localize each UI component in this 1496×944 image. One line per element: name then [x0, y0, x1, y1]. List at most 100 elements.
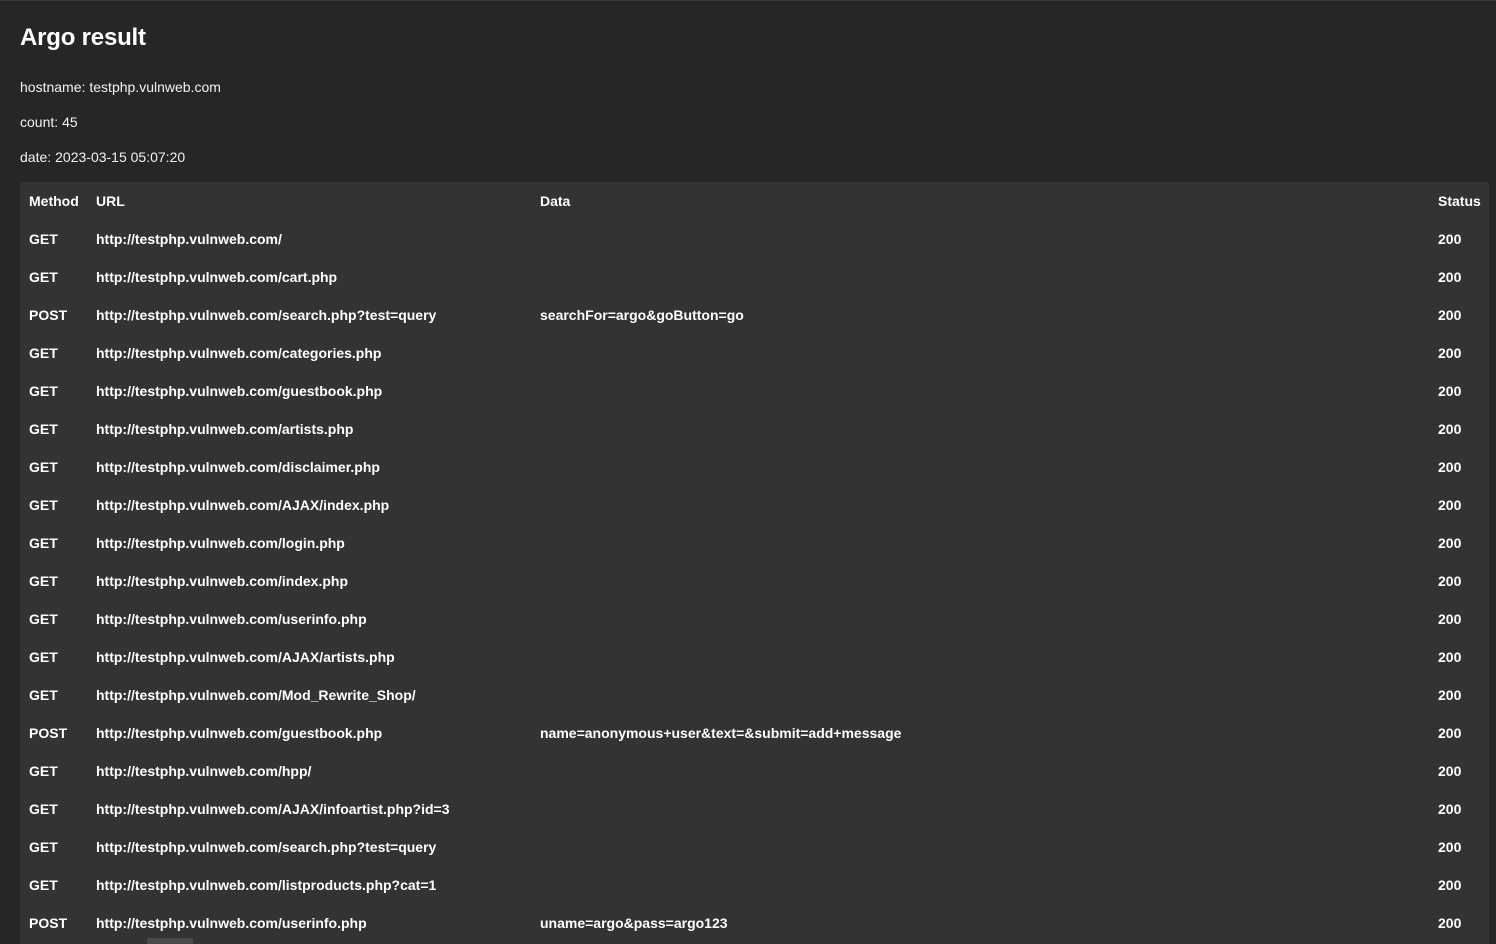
cell-url: http://testphp.vulnweb.com/userinfo.php — [96, 611, 367, 627]
cell-data — [540, 372, 1438, 410]
cell-status: 200 — [1438, 687, 1462, 703]
cell-method: GET — [29, 535, 58, 551]
cell-url: http://testphp.vulnweb.com/ — [96, 231, 282, 247]
cell-method: GET — [29, 231, 58, 247]
page-title: Argo result — [20, 24, 146, 51]
table-row: POST http://testphp.vulnweb.com/guestbook… — [20, 714, 1489, 752]
table-row: GET http://testphp.vulnweb.com/userinfo.p… — [20, 600, 1489, 638]
cell-data — [540, 220, 1438, 258]
cell-status: 200 — [1438, 421, 1462, 437]
cell-url: http://testphp.vulnweb.com/listproducts.… — [96, 877, 437, 893]
cell-method: GET — [29, 573, 58, 589]
cell-method: GET — [29, 269, 58, 285]
count-value: 45 — [62, 114, 78, 130]
results-table: Method URL Data Status GET http://testphp… — [20, 182, 1489, 942]
cell-url: http://testphp.vulnweb.com/artists.php — [96, 421, 354, 437]
cell-data — [540, 410, 1438, 448]
cell-data — [540, 334, 1438, 372]
top-border — [0, 0, 1496, 1]
cell-status: 200 — [1438, 345, 1462, 361]
table-row: GET http://testphp.vulnweb.com/login.php 2… — [20, 524, 1489, 562]
cell-status: 200 — [1438, 839, 1462, 855]
column-header-method: Method — [29, 193, 79, 209]
cell-url: http://testphp.vulnweb.com/search.php?te… — [96, 307, 437, 323]
cell-method: GET — [29, 649, 58, 665]
table-row: GET http://testphp.vulnweb.com/artists.ph… — [20, 410, 1489, 448]
cell-method: POST — [29, 307, 68, 323]
table-body: GET http://testphp.vulnweb.com/200 GET http… — [20, 220, 1489, 942]
column-header-status: Status — [1438, 193, 1481, 209]
cell-method: POST — [29, 725, 68, 741]
column-header-url: URL — [96, 193, 125, 209]
cell-url: http://testphp.vulnweb.com/guestbook.php — [96, 725, 383, 741]
table-row: POST http://testphp.vulnweb.com/userinfo.… — [20, 904, 1489, 942]
cell-data — [540, 562, 1438, 600]
meta-date: date: 2023-03-15 05:07:20 — [20, 149, 185, 165]
cell-status: 200 — [1438, 763, 1462, 779]
cell-data — [540, 638, 1438, 676]
cell-status: 200 — [1438, 497, 1462, 513]
cell-method: GET — [29, 459, 58, 475]
hostname-label: hostname: — [20, 79, 86, 95]
table-row: GET http://testphp.vulnweb.com/search.php… — [20, 828, 1489, 866]
cell-status: 200 — [1438, 307, 1462, 323]
cell-status: 200 — [1438, 725, 1462, 741]
cell-method: GET — [29, 877, 58, 893]
cell-status: 200 — [1438, 269, 1462, 285]
cell-data — [540, 524, 1438, 562]
meta-count: count: 45 — [20, 114, 78, 130]
cell-data — [540, 752, 1438, 790]
cell-method: GET — [29, 801, 58, 817]
table-row: GET http://testphp.vulnweb.com/listproduc… — [20, 866, 1489, 904]
cell-url: http://testphp.vulnweb.com/Mod_Rewrite_S… — [96, 687, 416, 703]
cell-data — [540, 258, 1438, 296]
date-value: 2023-03-15 05:07:20 — [55, 149, 186, 165]
table-row: GET http://testphp.vulnweb.com/AJAX/artis… — [20, 638, 1489, 676]
cell-status: 200 — [1438, 801, 1462, 817]
table-row: GET http://testphp.vulnweb.com/cart.php 20… — [20, 258, 1489, 296]
hostname-value: testphp.vulnweb.com — [89, 79, 221, 95]
table-row: GET http://testphp.vulnweb.com/guestbook.… — [20, 372, 1489, 410]
horizontal-scrollbar-thumb[interactable] — [147, 938, 193, 944]
table-row: GET http://testphp.vulnweb.com/categories… — [20, 334, 1489, 372]
cell-method: GET — [29, 383, 58, 399]
cell-url: http://testphp.vulnweb.com/guestbook.php — [96, 383, 383, 399]
date-label: date: — [20, 149, 52, 165]
cell-data: name=anonymous+user&text=&submit=add+mes… — [540, 725, 902, 741]
table-row: GET http://testphp.vulnweb.com/hpp/200 — [20, 752, 1489, 790]
cell-method: GET — [29, 763, 58, 779]
table-row: GET http://testphp.vulnweb.com/disclaimer… — [20, 448, 1489, 486]
cell-url: http://testphp.vulnweb.com/login.php — [96, 535, 345, 551]
cell-method: GET — [29, 839, 58, 855]
cell-method: GET — [29, 611, 58, 627]
cell-url: http://testphp.vulnweb.com/cart.php — [96, 269, 338, 285]
cell-status: 200 — [1438, 231, 1462, 247]
cell-url: http://testphp.vulnweb.com/hpp/ — [96, 763, 312, 779]
cell-status: 200 — [1438, 535, 1462, 551]
table-row: GET http://testphp.vulnweb.com/Mod_Rewrit… — [20, 676, 1489, 714]
cell-method: GET — [29, 687, 58, 703]
cell-data: uname=argo&pass=argo123 — [540, 915, 728, 931]
cell-status: 200 — [1438, 915, 1462, 931]
cell-url: http://testphp.vulnweb.com/categories.ph… — [96, 345, 382, 361]
cell-url: http://testphp.vulnweb.com/search.php?te… — [96, 839, 437, 855]
cell-url: http://testphp.vulnweb.com/index.php — [96, 573, 348, 589]
cell-method: GET — [29, 345, 58, 361]
cell-url: http://testphp.vulnweb.com/AJAX/artists.… — [96, 649, 395, 665]
cell-status: 200 — [1438, 877, 1462, 893]
cell-method: GET — [29, 421, 58, 437]
meta-hostname: hostname: testphp.vulnweb.com — [20, 79, 221, 95]
cell-url: http://testphp.vulnweb.com/AJAX/index.ph… — [96, 497, 390, 513]
table-row: POST http://testphp.vulnweb.com/search.ph… — [20, 296, 1489, 334]
cell-url: http://testphp.vulnweb.com/disclaimer.ph… — [96, 459, 380, 475]
table-row: GET http://testphp.vulnweb.com/index.php 2… — [20, 562, 1489, 600]
cell-url: http://testphp.vulnweb.com/AJAX/infoarti… — [96, 801, 450, 817]
results-table-container[interactable]: Method URL Data Status GET http://testphp… — [20, 182, 1489, 944]
table-row: GET http://testphp.vulnweb.com/AJAX/index… — [20, 486, 1489, 524]
cell-data — [540, 600, 1438, 638]
cell-data — [540, 866, 1438, 904]
table-header-row: Method URL Data Status — [20, 182, 1489, 220]
cell-data — [540, 486, 1438, 524]
cell-status: 200 — [1438, 383, 1462, 399]
cell-status: 200 — [1438, 649, 1462, 665]
